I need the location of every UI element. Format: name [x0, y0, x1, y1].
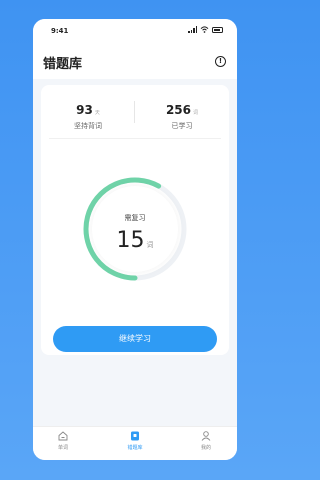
stat-persist-unit: 天	[94, 110, 100, 116]
page-header: 错题库 !	[33, 43, 237, 79]
signal-icon	[188, 26, 197, 33]
stats-row: 93 天 坚持背词 256 词 已学习	[41, 85, 229, 135]
stat-persist-label: 坚持背词	[74, 122, 102, 130]
stats-separator	[49, 138, 221, 139]
review-count-unit: 词	[146, 241, 154, 249]
page-title: 错题库	[43, 57, 83, 72]
tab-bar: 单词 错题库 我的	[33, 426, 237, 460]
review-card: 93 天 坚持背词 256 词 已学习 需复习 15 词 继续学习	[41, 85, 229, 355]
stat-learned-label: 已学习	[171, 122, 193, 130]
review-label: 需复习	[124, 214, 146, 222]
continue-learning-button[interactable]: 继续学习	[53, 326, 217, 352]
review-count-value: 15	[116, 228, 145, 253]
status-bar: 9:41	[33, 19, 237, 43]
user-icon	[201, 431, 211, 441]
tab-wrongbook[interactable]: 错题库	[115, 431, 155, 451]
battery-icon	[212, 26, 223, 33]
status-time: 9:41	[51, 27, 69, 35]
book-icon	[131, 431, 139, 441]
wifi-icon	[200, 26, 209, 33]
tab-words[interactable]: 单词	[43, 431, 83, 451]
stat-learned: 256 词 已学习	[135, 99, 229, 131]
tab-mine[interactable]: 我的	[186, 431, 226, 451]
home-icon	[58, 431, 68, 441]
tab-wrongbook-label: 错题库	[127, 445, 143, 451]
status-icons	[188, 26, 223, 33]
phone-screen: 9:41 错题库 ! 93 天 坚持背词 256 词 已学习 需复习 15 词 …	[33, 19, 237, 460]
stat-learned-value: 256	[165, 103, 192, 117]
info-icon[interactable]: !	[215, 56, 226, 67]
stat-persist-value: 93	[76, 103, 93, 117]
tab-mine-label: 我的	[200, 445, 211, 451]
tab-words-label: 单词	[57, 445, 68, 451]
review-count: 15 词	[85, 228, 185, 253]
stat-learned-unit: 词	[193, 110, 199, 116]
stat-persist: 93 天 坚持背词	[41, 99, 135, 131]
